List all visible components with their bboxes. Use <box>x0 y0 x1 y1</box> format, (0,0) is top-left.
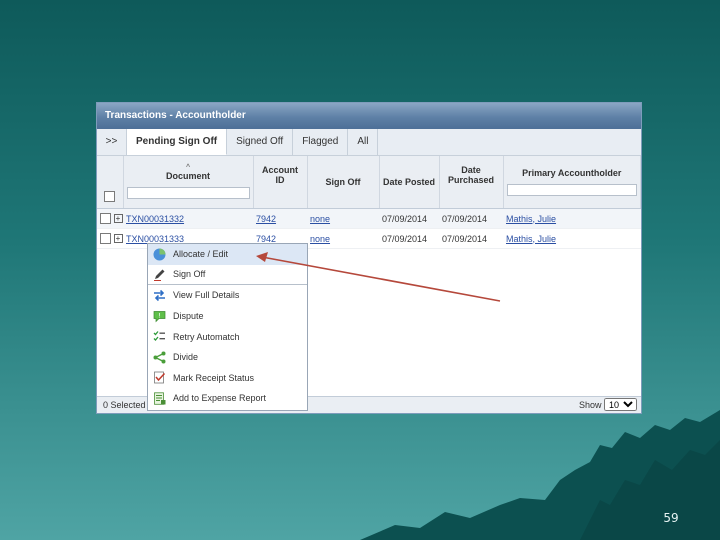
tab-bar: >> Pending Sign Off Signed Off Flagged A… <box>97 129 641 156</box>
pie-chart-icon <box>152 247 166 261</box>
sign-off-link[interactable]: none <box>310 214 330 224</box>
share-icon <box>152 350 166 364</box>
document-link[interactable]: TXN00031332 <box>126 214 184 224</box>
tab-signed-off[interactable]: Signed Off <box>227 129 294 155</box>
tab-pending-sign-off[interactable]: Pending Sign Off <box>127 129 228 155</box>
menu-item-sign-off[interactable]: Sign Off <box>148 265 307 286</box>
tab-expand[interactable]: >> <box>97 129 127 155</box>
menu-item-allocate-edit[interactable]: Allocate / Edit <box>148 244 307 265</box>
select-all-checkbox[interactable] <box>104 190 116 202</box>
svg-text:!: ! <box>158 311 161 319</box>
panel-title: Transactions - Accountholder <box>97 103 641 129</box>
context-menu: Allocate / Edit Sign Off View Full Detai… <box>147 243 308 411</box>
swap-arrows-icon <box>152 288 166 302</box>
expand-row-icon[interactable]: + <box>113 214 123 224</box>
menu-item-divide[interactable]: Divide <box>148 347 307 368</box>
row-checkbox[interactable] <box>100 233 111 245</box>
tab-flagged[interactable]: Flagged <box>293 129 349 155</box>
expense-report-icon <box>152 391 166 405</box>
date-purchased: 07/09/2014 <box>439 208 503 229</box>
checklist-icon <box>152 330 166 344</box>
column-date-purchased[interactable]: Date Purchased <box>439 156 504 209</box>
column-date-posted[interactable]: Date Posted <box>379 156 440 209</box>
document-filter-input[interactable] <box>126 187 250 199</box>
select-all-header <box>97 156 124 209</box>
date-posted: 07/09/2014 <box>379 208 439 229</box>
account-id-link[interactable]: 7942 <box>256 214 276 224</box>
row-checkbox[interactable] <box>100 213 111 225</box>
accountholder-filter-input[interactable] <box>506 184 637 196</box>
column-account-id[interactable]: Account ID <box>253 156 308 209</box>
menu-item-retry-automatch[interactable]: Retry Automatch <box>148 326 307 347</box>
page-size-control: Show 10 <box>579 397 637 413</box>
date-purchased: 07/09/2014 <box>439 228 503 249</box>
table-row[interactable]: + TXN00031332 7942 none 07/09/2014 07/09… <box>97 208 641 229</box>
menu-item-view-full-details[interactable]: View Full Details <box>148 285 307 306</box>
menu-item-dispute[interactable]: ! Dispute <box>148 306 307 327</box>
page-size-select[interactable]: 10 <box>604 398 637 411</box>
show-label: Show <box>578 400 602 410</box>
accountholder-link[interactable]: Mathis, Julie <box>506 234 556 244</box>
column-primary-accountholder[interactable]: Primary Accountholder <box>503 156 641 209</box>
tab-all[interactable]: All <box>348 129 379 155</box>
accountholder-link[interactable]: Mathis, Julie <box>506 214 556 224</box>
sign-off-link[interactable]: none <box>310 234 330 244</box>
date-posted: 07/09/2014 <box>379 228 439 249</box>
column-sign-off[interactable]: Sign Off <box>307 156 380 209</box>
slide-number: 59 <box>663 511 679 525</box>
column-document[interactable]: ^ Document <box>123 156 254 209</box>
menu-item-mark-receipt-status[interactable]: Mark Receipt Status <box>148 368 307 389</box>
selected-count: 0 Selected <box>103 400 146 410</box>
pen-icon <box>152 267 166 281</box>
account-id-link[interactable]: 7942 <box>256 234 276 244</box>
speech-bubble-icon: ! <box>152 309 166 323</box>
receipt-check-icon <box>152 371 166 385</box>
document-link[interactable]: TXN00031333 <box>126 234 184 244</box>
transactions-table: ^ Document Account ID Sign Off Date Poste… <box>97 156 641 249</box>
menu-item-add-to-expense-report[interactable]: Add to Expense Report <box>148 388 307 409</box>
expand-row-icon[interactable]: + <box>113 234 123 244</box>
